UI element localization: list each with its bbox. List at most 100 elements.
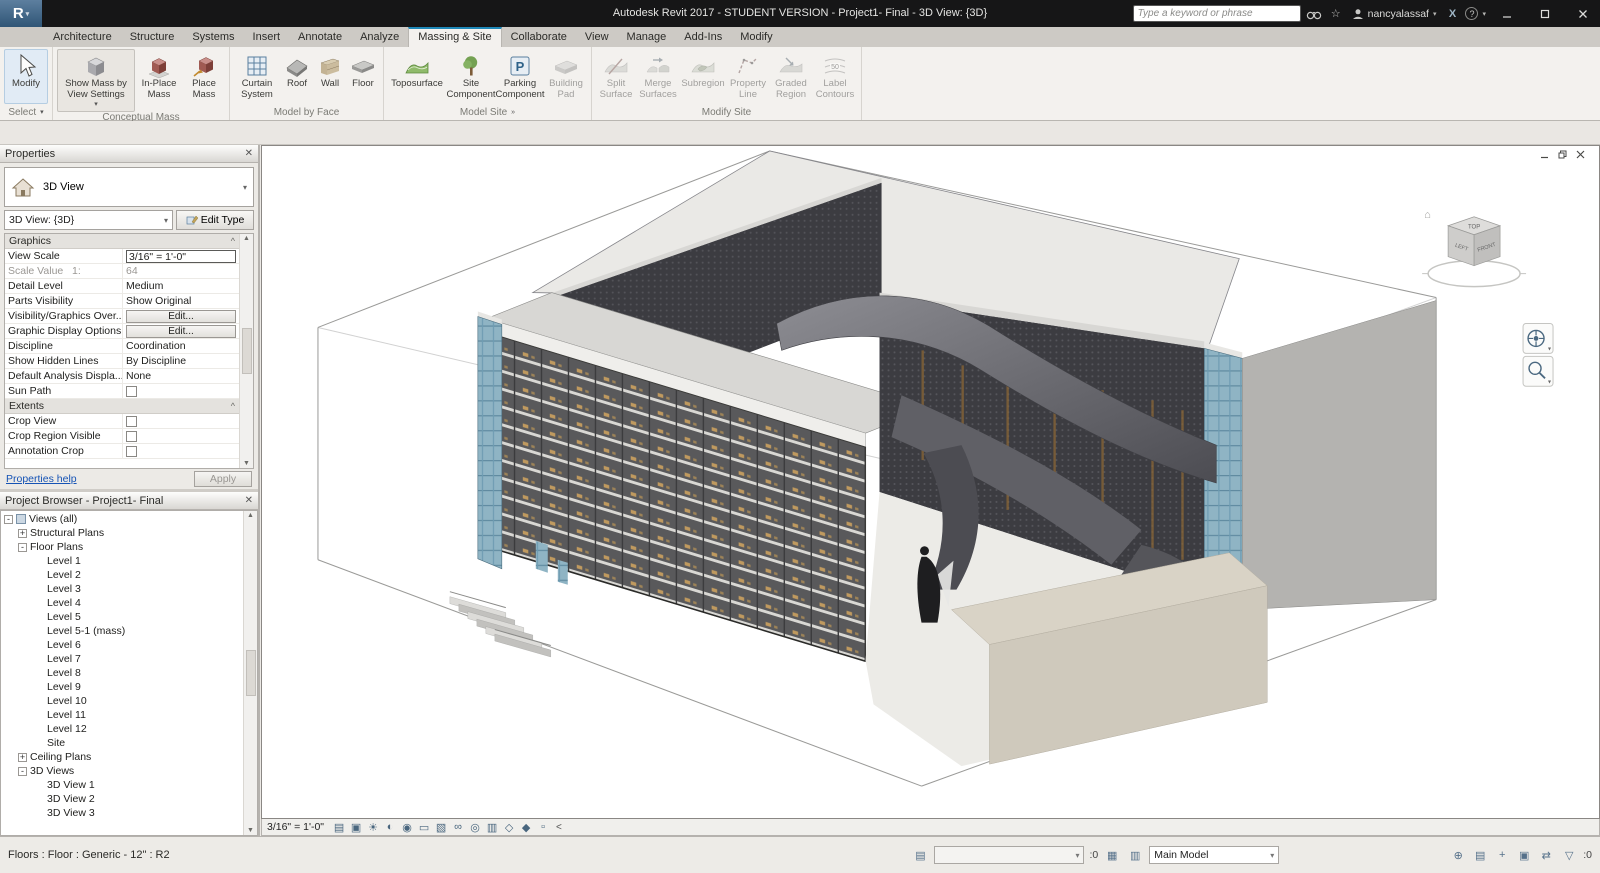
design-option-combo[interactable]: Main Model ▾ <box>1149 846 1280 864</box>
visibility-graphics-edit-button[interactable]: Edit... <box>126 309 236 323</box>
ribbon-tab[interactable]: Collaborate <box>502 27 576 47</box>
active-workset-combo[interactable]: ▾ <box>934 846 1085 864</box>
exchange-apps-icon[interactable]: X <box>1443 0 1461 27</box>
ribbon-tab[interactable]: Add-Ins <box>675 27 731 47</box>
favorites-star-icon[interactable]: ☆ <box>1327 0 1345 27</box>
split-surface-button[interactable]: Split Surface <box>596 49 636 104</box>
tree-expander-icon[interactable] <box>35 781 44 790</box>
collapse-section-icon[interactable]: ^ <box>231 401 235 411</box>
select-panel-caption[interactable]: Select ▾ <box>0 104 52 120</box>
tree-expander-icon[interactable]: - <box>18 766 27 776</box>
tree-expander-icon[interactable] <box>35 627 44 636</box>
tree-item[interactable]: Level 5 <box>1 610 243 624</box>
parts-visibility-value[interactable]: Show Original <box>123 294 239 308</box>
properties-scrollbar[interactable]: ▲ ▼ <box>239 234 253 468</box>
tree-expander-icon[interactable] <box>35 795 44 804</box>
select-underlay-icon[interactable]: ▤ <box>1471 849 1489 862</box>
modify-site-panel-caption[interactable]: Modify Site <box>592 104 861 120</box>
application-button[interactable]: R ▾ <box>0 0 42 27</box>
tree-item[interactable]: - Views (all) <box>1 512 243 526</box>
tree-item[interactable]: 3D View 2 <box>1 792 243 806</box>
tree-item[interactable]: Level 3 <box>1 582 243 596</box>
navigation-bar[interactable]: ▾ ▾ <box>1522 322 1554 387</box>
viewcube-top-face[interactable]: TOP <box>1468 224 1480 230</box>
tree-expander-icon[interactable]: + <box>18 752 27 762</box>
graphics-section-header[interactable]: Graphics ^ <box>5 234 239 249</box>
help-search-input[interactable] <box>1132 5 1301 22</box>
tree-expander-icon[interactable] <box>35 613 44 622</box>
crop-view-icon[interactable]: ▭ <box>416 821 432 834</box>
tree-item[interactable]: Level 2 <box>1 568 243 582</box>
detail-level-value[interactable]: Medium <box>123 279 239 293</box>
show-hidden-lines-value[interactable]: By Discipline <box>123 354 239 368</box>
design-options-icon[interactable]: ▦ <box>1103 849 1121 862</box>
tree-expander-icon[interactable] <box>35 571 44 580</box>
tree-item[interactable]: 3D View 1 <box>1 778 243 792</box>
scroll-down-icon[interactable]: ▼ <box>247 827 254 834</box>
exclude-options-icon[interactable]: ▥ <box>1126 849 1144 862</box>
tree-item[interactable]: Level 5-1 (mass) <box>1 624 243 638</box>
place-mass-button[interactable]: Place Mass <box>183 49 225 112</box>
render-icon[interactable]: ◉ <box>399 821 415 834</box>
curtain-system-button[interactable]: Curtain System <box>234 49 280 104</box>
tree-expander-icon[interactable] <box>35 809 44 818</box>
view-instance-combo[interactable]: 3D View: {3D} ▾ <box>4 210 173 230</box>
graded-region-button[interactable]: Graded Region <box>770 49 812 104</box>
scroll-up-icon[interactable]: ▲ <box>243 235 250 242</box>
view-close-icon[interactable] <box>1576 150 1585 159</box>
ribbon-tab[interactable]: Systems <box>183 27 243 47</box>
browser-scrollbar[interactable]: ▲ ▼ <box>243 511 257 835</box>
in-place-mass-button[interactable]: In-Place Mass <box>136 49 182 112</box>
project-browser-header[interactable]: Project Browser - Project1- Final ✕ <box>0 492 258 510</box>
discipline-value[interactable]: Coordination <box>123 339 239 353</box>
properties-help-link[interactable]: Properties help <box>6 473 77 485</box>
tree-item[interactable]: Level 11 <box>1 708 243 722</box>
viewcube[interactable]: TOP LEFT FRONT ⌂ <box>1422 209 1527 288</box>
toposurface-button[interactable]: Toposurface <box>388 49 446 104</box>
tree-expander-icon[interactable] <box>35 585 44 594</box>
view-minimize-icon[interactable] <box>1540 150 1549 159</box>
subregion-button[interactable]: Subregion <box>680 49 726 104</box>
tree-expander-icon[interactable] <box>35 683 44 692</box>
building-model[interactable] <box>449 150 1437 767</box>
viewcube-home-icon[interactable]: ⌂ <box>1424 209 1431 221</box>
type-selector[interactable]: 3D View ▾ <box>4 167 254 207</box>
ribbon-tab[interactable]: Manage <box>618 27 676 47</box>
tree-expander-icon[interactable]: + <box>18 528 27 538</box>
ribbon-tab[interactable]: Architecture <box>44 27 121 47</box>
show-mass-button[interactable]: Show Mass by View Settings ▾ <box>57 49 135 112</box>
ribbon-tab[interactable]: Massing & Site <box>408 27 502 47</box>
tree-expander-icon[interactable] <box>35 557 44 566</box>
chevron-down-icon[interactable]: ▾ <box>1482 10 1486 18</box>
tree-expander-icon[interactable] <box>35 641 44 650</box>
constraints-icon[interactable]: ▫ <box>535 821 551 834</box>
sun-path-icon[interactable]: ☀ <box>365 821 381 834</box>
default-analysis-value[interactable]: None <box>123 369 239 383</box>
view-properties-icon[interactable]: ▥ <box>484 821 500 834</box>
tree-item[interactable]: Level 4 <box>1 596 243 610</box>
tree-expander-icon[interactable] <box>35 599 44 608</box>
annotation-crop-checkbox[interactable] <box>126 445 137 457</box>
tree-item[interactable]: Level 7 <box>1 652 243 666</box>
analytical-model-icon[interactable]: ◇ <box>501 821 517 834</box>
tree-expander-icon[interactable] <box>35 697 44 706</box>
tree-item[interactable]: Level 1 <box>1 554 243 568</box>
crop-region-icon[interactable]: ▧ <box>433 821 449 834</box>
site-component-button[interactable]: Site Component <box>446 49 496 104</box>
ribbon-tab[interactable]: Modify <box>731 27 781 47</box>
edit-type-button[interactable]: Edit Type <box>176 210 254 230</box>
collapse-vcb-icon[interactable]: < <box>556 822 562 833</box>
tree-item[interactable]: + Ceiling Plans <box>1 750 243 764</box>
graphic-display-options-edit-button[interactable]: Edit... <box>126 324 236 338</box>
ribbon-tab[interactable]: Insert <box>244 27 290 47</box>
ribbon-tab[interactable]: Structure <box>121 27 184 47</box>
close-button[interactable] <box>1566 0 1600 27</box>
tree-expander-icon[interactable] <box>35 669 44 678</box>
ribbon-tab[interactable]: View <box>576 27 618 47</box>
tree-expander-icon[interactable] <box>35 739 44 748</box>
label-contours-button[interactable]: 50 Label Contours <box>813 49 857 104</box>
ribbon-tab[interactable]: Analyze <box>351 27 408 47</box>
crop-region-visible-checkbox[interactable] <box>126 430 137 442</box>
tree-item[interactable]: + Structural Plans <box>1 526 243 540</box>
view-scale-input[interactable]: 3/16" = 1'-0" <box>126 249 236 263</box>
